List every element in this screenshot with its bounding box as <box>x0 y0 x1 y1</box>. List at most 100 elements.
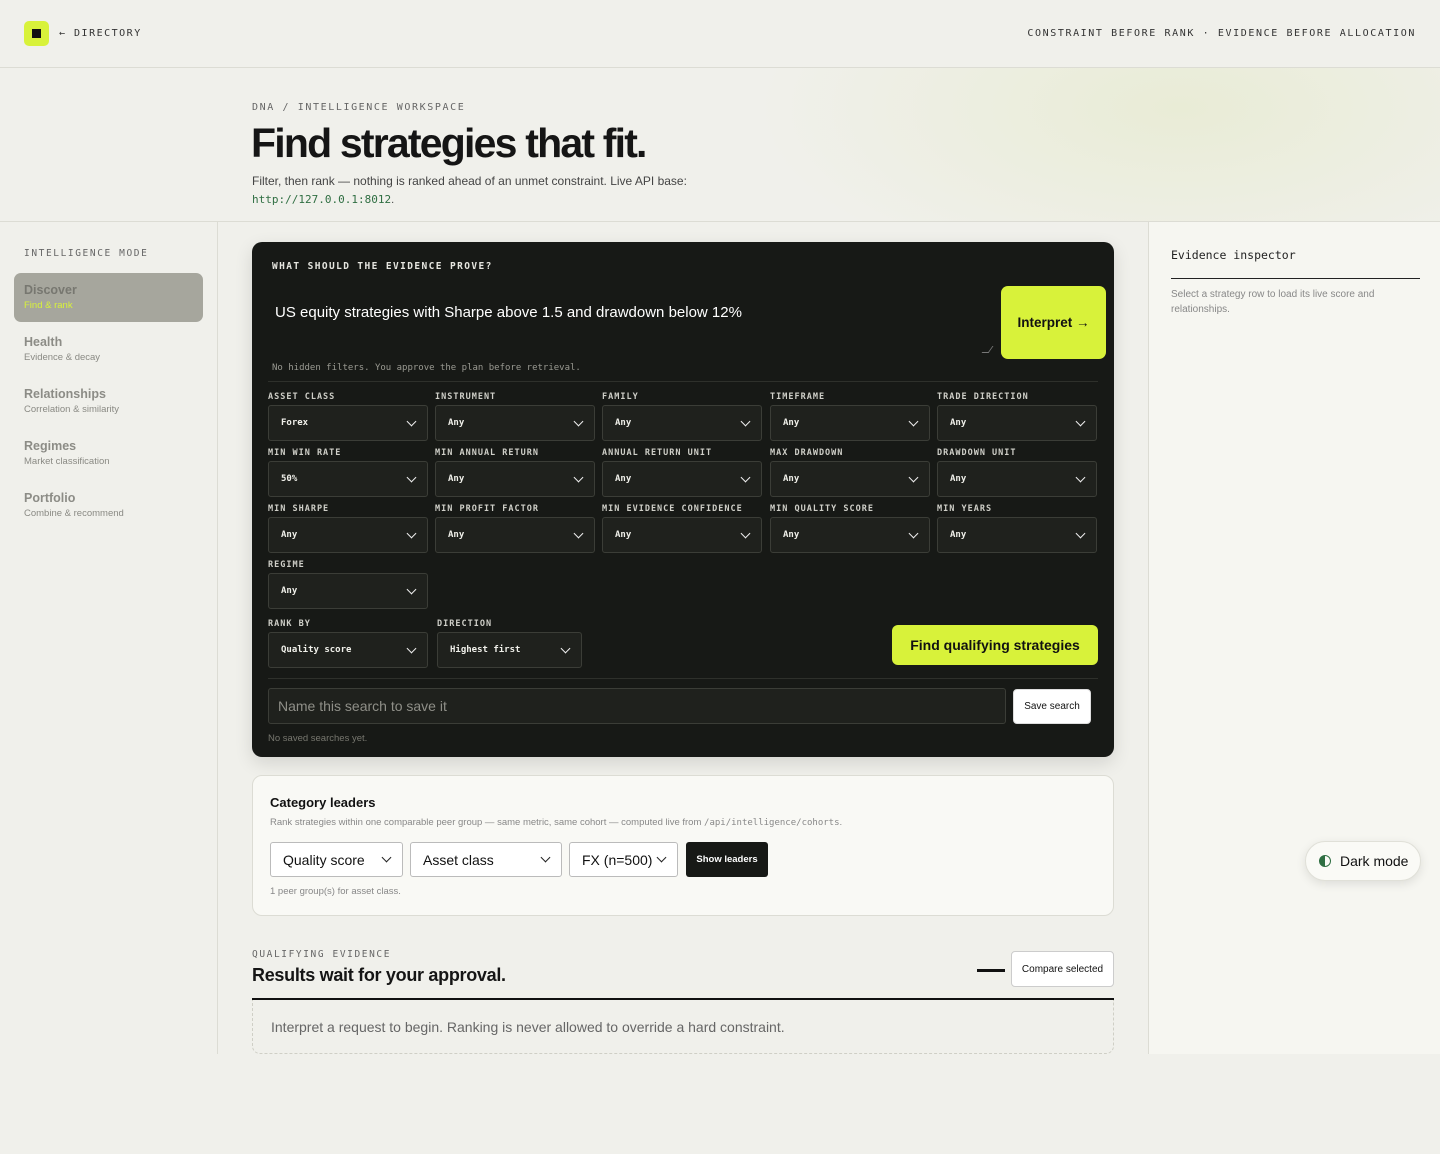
dark-mode-toggle[interactable]: Dark mode <box>1305 841 1421 881</box>
sidebar-item-desc: Market classification <box>24 456 110 467</box>
filter-min-quality-score: MIN QUALITY SCORE Any <box>770 504 930 553</box>
divider <box>268 678 1098 679</box>
filter-select[interactable]: Any <box>937 461 1097 497</box>
chevron-down-icon <box>540 852 551 863</box>
divider <box>1171 278 1420 279</box>
leaders-metric-select[interactable]: Quality score <box>270 842 403 877</box>
sidebar-item-label: Regimes <box>24 439 77 453</box>
filter-select[interactable]: Forex <box>268 405 428 441</box>
logo-icon[interactable] <box>24 21 49 46</box>
filter-min-years: MIN YEARS Any <box>937 504 1097 553</box>
sidebar-item-desc: Correlation & similarity <box>24 404 120 415</box>
chevron-down-icon <box>908 416 919 426</box>
sidebar-item-relationships[interactable]: Relationships Correlation & similarity <box>14 377 203 426</box>
query-note: No hidden filters. You approve the plan … <box>272 363 581 373</box>
contrast-icon <box>1319 855 1331 867</box>
filter-min-win-rate: MIN WIN RATE 50% <box>268 448 428 497</box>
filter-select[interactable]: Any <box>435 517 595 553</box>
filter-select[interactable]: Any <box>602 517 762 553</box>
sidebar-item-desc: Evidence & decay <box>24 352 101 363</box>
api-base-url: http://127.0.0.1:8012. <box>252 193 395 206</box>
selection-count-dash <box>977 969 1005 972</box>
inspector-title: Evidence inspector <box>1171 248 1296 262</box>
sidebar-item-health[interactable]: Health Evidence & decay <box>14 325 203 374</box>
chevron-down-icon <box>381 852 392 863</box>
tagline: CONSTRAINT BEFORE RANK · EVIDENCE BEFORE… <box>1027 28 1416 39</box>
dark-mode-label: Dark mode <box>1340 853 1409 869</box>
filter-regime: REGIME Any <box>268 560 428 609</box>
sidebar-item-label: Portfolio <box>24 491 76 505</box>
leaders-grouping-select[interactable]: Asset class <box>410 842 562 877</box>
filter-select[interactable]: Any <box>937 517 1097 553</box>
filter-min-annual-return: MIN ANNUAL RETURN Any <box>435 448 595 497</box>
sidebar-item-label: Discover <box>24 283 77 297</box>
chevron-down-icon <box>740 472 751 482</box>
chevron-down-icon <box>573 528 584 538</box>
sidebar-item-portfolio[interactable]: Portfolio Combine & recommend <box>14 481 203 530</box>
filter-select[interactable]: Any <box>770 517 930 553</box>
rank-by-select[interactable]: Quality score <box>268 632 428 668</box>
filter-select[interactable]: Any <box>435 461 595 497</box>
chevron-down-icon <box>406 472 417 482</box>
chevron-down-icon <box>740 528 751 538</box>
filter-select[interactable]: Any <box>268 573 428 609</box>
leaders-count: 1 peer group(s) for asset class. <box>270 886 401 897</box>
filter-timeframe: TIMEFRAME Any <box>770 392 930 441</box>
leaders-cohort-select[interactable]: FX (n=500) <box>569 842 678 877</box>
save-search-button[interactable]: Save search <box>1013 689 1091 724</box>
filter-select[interactable]: Any <box>602 461 762 497</box>
chevron-down-icon <box>573 416 584 426</box>
hero: DNA / INTELLIGENCE WORKSPACE Find strate… <box>0 68 1440 222</box>
query-heading: WHAT SHOULD THE EVIDENCE PROVE? <box>272 261 493 272</box>
filter-select[interactable]: Any <box>268 517 428 553</box>
results-empty-state: Interpret a request to begin. Ranking is… <box>252 1000 1114 1054</box>
sidebar-heading: INTELLIGENCE MODE <box>24 248 149 259</box>
filter-annual-return-unit: ANNUAL RETURN UNIT Any <box>602 448 762 497</box>
save-search-input[interactable]: Name this search to save it <box>268 688 1006 724</box>
filter-select[interactable]: Any <box>602 405 762 441</box>
directory-link[interactable]: ← DIRECTORY <box>59 28 142 39</box>
filter-select[interactable]: Any <box>770 405 930 441</box>
results-title: Results wait for your approval. <box>252 965 506 985</box>
filter-trade-direction: TRADE DIRECTION Any <box>937 392 1097 441</box>
query-textarea[interactable]: US equity strategies with Sharpe above 1… <box>266 286 994 358</box>
rank-by: RANK BY Quality score <box>268 619 428 668</box>
chevron-down-icon <box>406 643 417 653</box>
filter-family: FAMILY Any <box>602 392 762 441</box>
rank-direction: DIRECTION Highest first <box>437 619 582 668</box>
top-bar: ← DIRECTORY CONSTRAINT BEFORE RANK · EVI… <box>0 0 1440 68</box>
show-leaders-button[interactable]: Show leaders <box>686 842 768 877</box>
page-subtitle: Filter, then rank — nothing is ranked ah… <box>252 174 687 188</box>
filter-select[interactable]: Any <box>770 461 930 497</box>
filter-min-profit-factor: MIN PROFIT FACTOR Any <box>435 504 595 553</box>
find-strategies-button[interactable]: Find qualifying strategies <box>892 625 1098 665</box>
sidebar-item-discover[interactable]: Discover Find & rank <box>14 273 203 322</box>
filter-asset-class: ASSET CLASS Forex <box>268 392 428 441</box>
query-panel: WHAT SHOULD THE EVIDENCE PROVE? US equit… <box>252 242 1114 757</box>
filter-min-sharpe: MIN SHARPE Any <box>268 504 428 553</box>
mode-sidebar: INTELLIGENCE MODE Discover Find & rank H… <box>0 222 218 1054</box>
compare-selected-button[interactable]: Compare selected <box>1011 951 1114 987</box>
resize-grip-icon[interactable] <box>981 346 994 355</box>
leaders-description: Rank strategies within one comparable pe… <box>270 817 843 828</box>
chevron-down-icon <box>908 528 919 538</box>
filter-select[interactable]: Any <box>435 405 595 441</box>
sidebar-item-label: Health <box>24 335 63 349</box>
direction-select[interactable]: Highest first <box>437 632 582 668</box>
inspector-hint: Select a strategy row to load its live s… <box>1171 289 1375 315</box>
category-leaders-card: Category leaders Rank strategies within … <box>252 775 1114 916</box>
filter-select[interactable]: 50% <box>268 461 428 497</box>
filter-instrument: INSTRUMENT Any <box>435 392 595 441</box>
divider <box>268 381 1098 382</box>
evidence-inspector: Evidence inspector Select a strategy row… <box>1148 222 1440 1054</box>
leaders-title: Category leaders <box>270 795 376 810</box>
sidebar-item-regimes[interactable]: Regimes Market classification <box>14 429 203 478</box>
interpret-button[interactable]: Interpret → <box>1001 286 1106 359</box>
chevron-down-icon <box>908 472 919 482</box>
breadcrumb: DNA / INTELLIGENCE WORKSPACE <box>252 102 466 113</box>
chevron-down-icon <box>406 416 417 426</box>
results-kicker: QUALIFYING EVIDENCE <box>252 949 392 960</box>
saved-searches-note: No saved searches yet. <box>268 733 368 744</box>
sidebar-item-desc: Combine & recommend <box>24 508 124 519</box>
filter-select[interactable]: Any <box>937 405 1097 441</box>
